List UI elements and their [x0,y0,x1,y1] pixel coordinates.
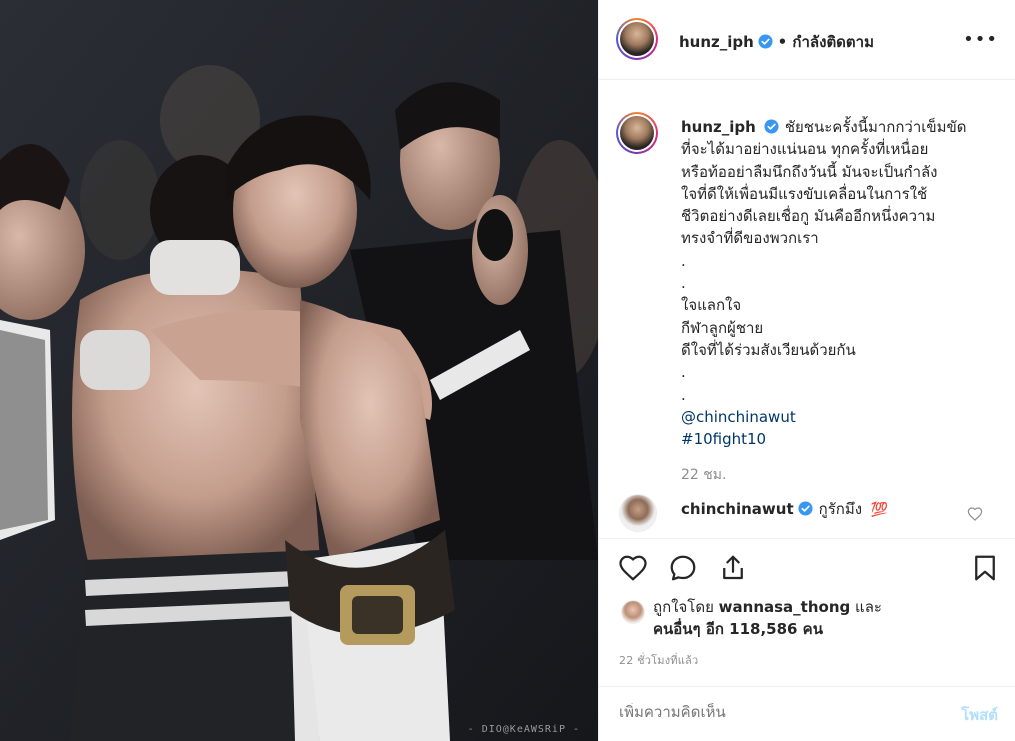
post-side-panel: hunz_iph • กำลังติดตาม ••• hunz_iph ชัยชน… [598,0,1015,741]
author-avatar[interactable] [616,18,658,60]
post-photo[interactable]: - DIO@KeAWSRiP - [0,0,598,741]
caption-line: กีฬาลูกผู้ชาย [681,318,764,337]
caption-line: . [681,251,686,270]
boxers-hugging-image [0,0,598,741]
caption-line: ดีใจที่ได้ร่วมสังเวียนด้วยกัน [681,340,856,359]
caption-line: ใจแลกใจ [681,296,742,315]
caption-line: . [681,363,686,382]
likes-count-link[interactable]: คนอื่นๆ อีก 118,586 คน [653,620,823,638]
reply-heart-icon[interactable] [967,506,983,522]
reply-comment: chinchinawut กูรักมึง 💯 [681,497,888,521]
caption-line: . [681,274,686,293]
photo-watermark: - DIO@KeAWSRiP - [467,724,580,735]
action-bar [599,538,1015,588]
caption-line: ที่จะได้มาอย่างแน่นอน ทุกครั้งที่เหนื่อย [681,140,929,159]
caption-line: . [681,385,686,404]
verified-badge-icon [798,501,813,516]
reply-text: กูรักมึง [818,500,863,518]
author-line: hunz_iph • กำลังติดตาม [679,30,874,54]
bookmark-icon[interactable] [970,553,1000,583]
caption-time: 22 ชม. [681,467,727,483]
post-caption: hunz_iph ชัยชนะครั้งนี้มากกว่าเข็มขัด ที่… [681,116,1001,450]
liker-username[interactable]: wannasa_thong [719,598,851,616]
heart-icon[interactable] [618,553,648,583]
caption-line: ทรงจำที่ดีของพวกเรา [681,229,819,248]
hashtag-link[interactable]: #10fight10 [681,428,1001,450]
liker-avatar[interactable] [621,600,645,624]
verified-badge-icon [758,34,773,49]
author-username[interactable]: hunz_iph [679,33,754,51]
mention-link[interactable]: @chinchinawut [681,406,1001,428]
likes-text: ถูกใจโดย wannasa_thong และ คนอื่นๆ อีก 1… [653,596,983,640]
share-icon[interactable] [718,553,748,583]
caption-line: ชีวิตอย่างดีเลยเชื่อกู มันคืออีกหนึ่งควา… [681,207,936,226]
hundred-points-emoji: 💯 [870,502,889,518]
comments-area: hunz_iph ชัยชนะครั้งนี้มากกว่าเข็มขัด ที่… [599,80,1015,538]
comment-icon[interactable] [668,553,698,583]
comment-input[interactable] [619,703,939,721]
verified-badge-icon [764,119,779,134]
caption-line: ใจที่ดีให้เพื่อนมีแรงขับเคลื่อนในการใช้ [681,184,928,203]
follow-state[interactable]: • กำลังติดตาม [778,33,874,51]
post-timestamp: 22 ชั่วโมงที่แล้ว [619,654,699,667]
caption-line: หรือท้ออย่าลืมนึกถึงวันนี้ มันจะเป็นกำลั… [681,162,938,181]
likes-and: และ [855,598,882,616]
add-comment-bar: โพสต์ [599,686,1015,741]
post-comment-button[interactable]: โพสต์ [961,703,998,727]
likes-prefix: ถูกใจโดย [653,598,714,616]
caption-line: ชัยชนะครั้งนี้มากกว่าเข็มขัด [784,118,967,136]
caption-username[interactable]: hunz_iph [681,118,756,136]
caption-author-avatar[interactable] [616,112,658,154]
more-options-icon[interactable]: ••• [963,29,998,50]
post-header: hunz_iph • กำลังติดตาม ••• [599,0,1015,80]
reply-avatar[interactable] [619,494,657,532]
reply-username[interactable]: chinchinawut [681,500,794,518]
